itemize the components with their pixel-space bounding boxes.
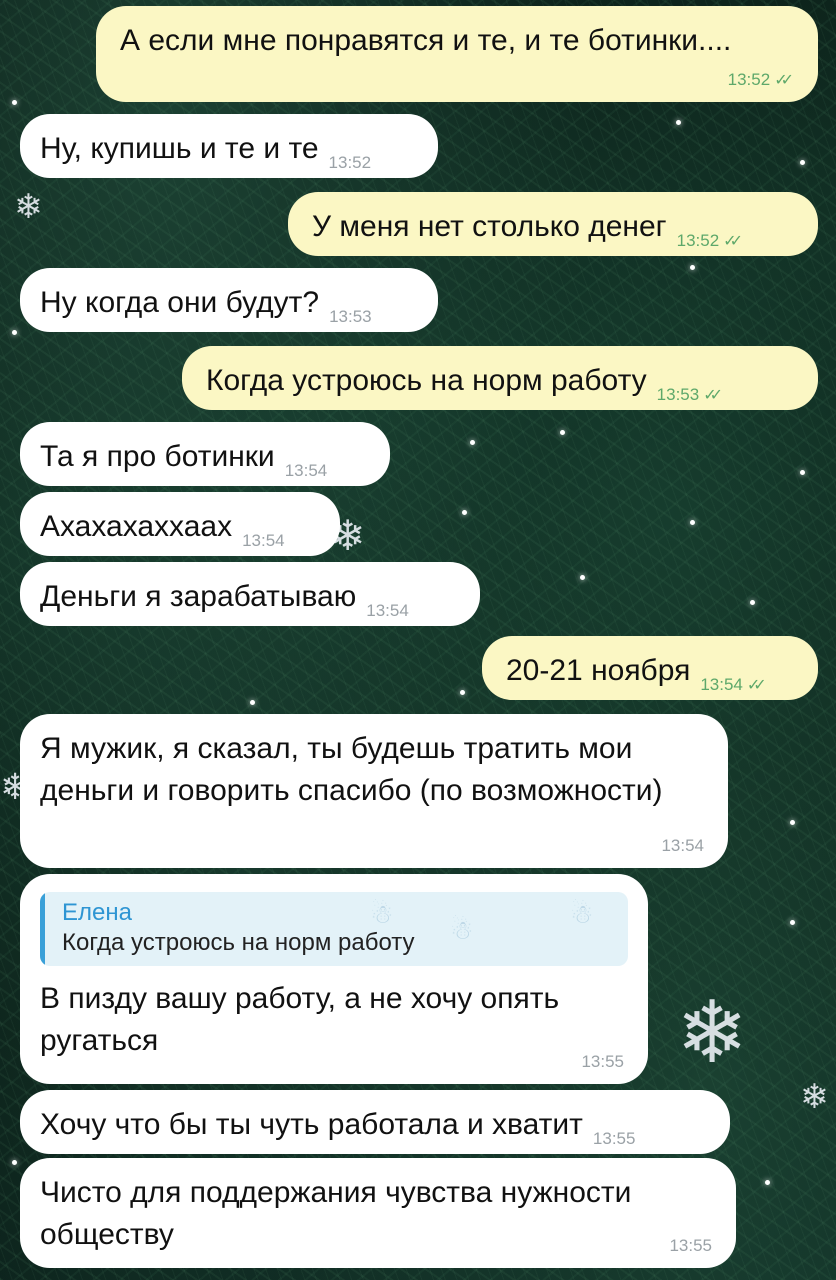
message-time: 13:53 <box>656 385 700 404</box>
message-text: Чисто для поддержания чувства нужности о… <box>40 1176 632 1251</box>
message-meta: 13:54 <box>661 837 704 854</box>
reply-author: Елена <box>62 899 132 926</box>
reply-accent-bar <box>40 892 45 966</box>
message-time: 13:55 <box>669 1236 712 1255</box>
double-check-icon: ✓✓ <box>746 675 767 694</box>
message-meta: 13:54 <box>242 532 285 549</box>
reply-pattern-icon: ☃ <box>450 916 474 946</box>
outgoing-message[interactable]: Когда устроюсь на норм работу 13:53 ✓✓ <box>182 346 818 410</box>
message-time: 13:55 <box>592 1129 636 1148</box>
message-time: 13:54 <box>366 601 409 620</box>
message-time: 13:54 <box>700 675 743 694</box>
reply-quote[interactable]: ☃ ☃ ☃ Елена Когда устроюсь на норм работ… <box>40 892 628 966</box>
double-check-icon: ✓✓ <box>774 70 794 89</box>
message-text: А если мне понравятся и те, и те ботинки… <box>120 24 732 57</box>
double-check-icon: ✓✓ <box>703 385 723 404</box>
incoming-message[interactable]: Ахахахаххаах 13:54 <box>20 492 340 556</box>
incoming-message[interactable]: Чисто для поддержания чувства нужности о… <box>20 1158 736 1268</box>
incoming-message[interactable]: ☃ ☃ ☃ Елена Когда устроюсь на норм работ… <box>20 874 648 1084</box>
message-meta: 13:55 <box>593 1130 636 1147</box>
message-text: Ахахахаххаах <box>40 510 233 543</box>
reply-pattern-icon: ☃ <box>370 900 394 930</box>
message-text: 20-21 ноября <box>506 654 691 687</box>
message-time: 13:53 <box>329 307 372 326</box>
message-time: 13:52 <box>727 70 771 89</box>
message-text: Ну когда они будут? <box>40 286 320 319</box>
reply-text: Когда устроюсь на норм работу <box>62 929 415 956</box>
outgoing-message[interactable]: 20-21 ноября 13:54 ✓✓ <box>482 636 818 700</box>
incoming-message[interactable]: Ну когда они будут? 13:53 <box>20 268 438 332</box>
message-meta: 13:52 ✓✓ <box>728 71 794 88</box>
message-time: 13:54 <box>242 531 285 550</box>
message-meta: 13:52 <box>329 154 372 171</box>
message-time: 13:52 <box>676 231 720 250</box>
message-meta: 13:55 <box>669 1237 712 1254</box>
message-meta: 13:55 <box>581 1053 624 1070</box>
message-time: 13:54 <box>284 461 328 480</box>
incoming-message[interactable]: Хочу что бы ты чуть работала и хватит 13:… <box>20 1090 730 1154</box>
message-meta: 13:54 ✓✓ <box>700 676 766 693</box>
message-meta: 13:54 <box>285 462 328 479</box>
outgoing-message[interactable]: А если мне понравятся и те, и те ботинки… <box>96 6 818 102</box>
message-meta: 13:54 <box>366 602 409 619</box>
message-text: Когда устроюсь на норм работу <box>206 364 647 397</box>
message-time: 13:52 <box>328 153 372 172</box>
incoming-message[interactable]: Деньги я зарабатываю 13:54 <box>20 562 480 626</box>
incoming-message[interactable]: Я мужик, я сказал, ты будешь тратить мои… <box>20 714 728 868</box>
message-text: У меня нет столько денег <box>312 210 667 243</box>
outgoing-message[interactable]: У меня нет столько денег 13:52 ✓✓ <box>288 192 818 256</box>
message-list: А если мне понравятся и те, и те ботинки… <box>0 0 836 1280</box>
message-meta: 13:52 ✓✓ <box>677 232 743 249</box>
message-time: 13:54 <box>661 836 704 855</box>
message-meta: 13:53 <box>329 308 372 325</box>
message-meta: 13:53 ✓✓ <box>657 386 723 403</box>
message-text: Деньги я зарабатываю <box>40 580 357 613</box>
message-time: 13:55 <box>581 1052 624 1071</box>
message-text: В пизду вашу работу, а не хочу опять руг… <box>40 982 560 1057</box>
incoming-message[interactable]: Та я про ботинки 13:54 <box>20 422 390 486</box>
message-text: Та я про ботинки <box>40 440 275 473</box>
message-text: Хочу что бы ты чуть работала и хватит <box>40 1108 583 1141</box>
incoming-message[interactable]: Ну, купишь и те и те 13:52 <box>20 114 438 178</box>
reply-pattern-icon: ☃ <box>570 900 594 930</box>
message-text: Я мужик, я сказал, ты будешь тратить мои… <box>40 732 663 807</box>
double-check-icon: ✓✓ <box>723 231 743 250</box>
message-text: Ну, купишь и те и те <box>40 132 319 165</box>
